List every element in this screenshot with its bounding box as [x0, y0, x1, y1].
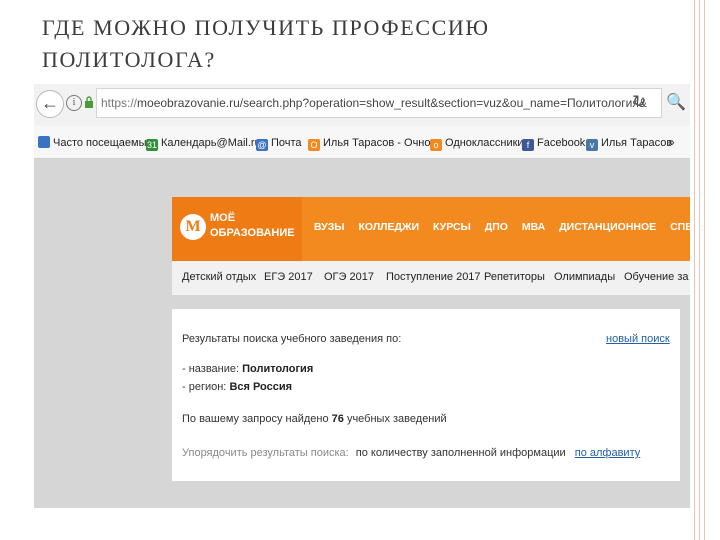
nav-item-special[interactable]: СПЕЦИАЛЬНО: [670, 221, 690, 233]
logo-line1: МОЁ: [210, 212, 236, 224]
search-icon[interactable]: 🔍: [666, 92, 686, 112]
mail-icon: @: [256, 139, 268, 151]
browser-screenshot: ← i https://moeobrazovanie.ru/search.php…: [34, 84, 690, 508]
bookmark-item[interactable]: v Илья Тарасов: [586, 135, 672, 151]
bookmark-label: Одноклассники: [445, 137, 524, 149]
search-results-panel: Результаты поиска учебного заведения по:…: [172, 309, 680, 481]
sort-alpha-link[interactable]: по алфавиту: [575, 447, 640, 459]
nav-item-courses[interactable]: КУРСЫ: [433, 221, 471, 233]
results-heading: Результаты поиска учебного заведения по:: [182, 333, 402, 345]
found-prefix: По вашему запросу найдено: [182, 413, 329, 425]
arrow-left-icon[interactable]: ←: [36, 90, 64, 118]
bookmarks-bar: Часто посещаемые 31 Календарь@Mail.ru @ По…: [34, 126, 690, 159]
info-icon[interactable]: i: [66, 95, 82, 111]
subnav-item[interactable]: Олимпиады: [554, 271, 615, 283]
sort-line: Упорядочить результаты поиска: по количе…: [182, 447, 640, 459]
new-search-link[interactable]: новый поиск: [606, 333, 670, 345]
nav-item-mba[interactable]: МВА: [522, 221, 545, 233]
bookmark-item[interactable]: o Одноклассники: [430, 135, 524, 151]
criteria-name-label: - название:: [182, 363, 240, 375]
bookmark-label: Илья Тарасов - Очно...: [323, 137, 440, 149]
subnav-item[interactable]: ЕГЭ 2017: [264, 271, 313, 283]
criteria-name: - название: Политология: [182, 363, 313, 375]
subnav-item[interactable]: Репетиторы: [484, 271, 545, 283]
page-icon: [38, 136, 50, 148]
slide-border-decoration: [690, 0, 720, 540]
criteria-region-value: Вся Россия: [229, 381, 293, 393]
bookmark-item[interactable]: O Илья Тарасов - Очно...: [308, 135, 440, 151]
subnav-item[interactable]: Обучение за р: [624, 271, 690, 283]
bookmark-item[interactable]: @ Почта: [256, 135, 302, 151]
lock-icon: [85, 96, 93, 108]
address-bar: ← i https://moeobrazovanie.ru/search.php…: [34, 84, 690, 127]
found-count: 76: [331, 413, 344, 425]
vk-icon: v: [586, 139, 598, 151]
bookmarks-more-button[interactable]: »: [668, 135, 675, 149]
url-input[interactable]: https://moeobrazovanie.ru/search.php?ope…: [96, 88, 662, 118]
bookmark-item[interactable]: 31 Календарь@Mail.ru: [146, 135, 261, 151]
logo-text: МОЁ ОБРАЗОВАНИЕ: [210, 211, 295, 241]
web-page: M МОЁ ОБРАЗОВАНИЕ ВУЗЫ КОЛЛЕДЖИ КУРСЫ ДП…: [34, 159, 690, 508]
logo-line2: ОБРАЗОВАНИЕ: [210, 227, 295, 239]
subnav-item[interactable]: ОГЭ 2017: [324, 271, 374, 283]
subnav-item[interactable]: Детский отдых: [182, 271, 256, 283]
bookmark-label: Почта: [271, 137, 302, 149]
nav-item-vuzy[interactable]: ВУЗЫ: [314, 221, 345, 233]
subnav-item[interactable]: Поступление 2017: [386, 271, 481, 283]
odnoklassniki-icon: o: [430, 139, 442, 151]
slide-title: ГДЕ МОЖНО ПОЛУЧИТЬ ПРОФЕССИЮ ПОЛИТОЛОГА?: [42, 15, 490, 72]
reload-icon[interactable]: ↻: [632, 92, 646, 112]
bookmark-label: Илья Тарасов: [601, 137, 673, 149]
nav-item-colleges[interactable]: КОЛЛЕДЖИ: [359, 221, 420, 233]
bookmark-label: Facebook: [537, 137, 586, 149]
nav-item-distance[interactable]: ДИСТАНЦИОННОЕ: [559, 221, 656, 233]
found-count-line: По вашему запросу найдено 76 учебных зав…: [182, 413, 447, 425]
bookmark-item[interactable]: f Facebook: [522, 135, 585, 151]
sub-nav: Детский отдых ЕГЭ 2017 ОГЭ 2017 Поступле…: [172, 261, 690, 295]
sort-label: Упорядочить результаты поиска:: [182, 447, 349, 459]
criteria-name-value: Политология: [242, 363, 314, 375]
site-header: M МОЁ ОБРАЗОВАНИЕ ВУЗЫ КОЛЛЕДЖИ КУРСЫ ДП…: [172, 197, 690, 261]
url-prefix: https://: [101, 96, 138, 110]
criteria-region-label: - регион:: [182, 381, 227, 393]
odnoklassniki-icon: O: [308, 139, 320, 151]
found-suffix: учебных заведений: [346, 413, 447, 425]
nav-item-dpo[interactable]: ДПО: [485, 221, 508, 233]
site-logo[interactable]: M МОЁ ОБРАЗОВАНИЕ: [172, 197, 302, 261]
facebook-icon: f: [522, 139, 534, 151]
bookmark-label: Календарь@Mail.ru: [161, 137, 261, 149]
main-nav: ВУЗЫ КОЛЛЕДЖИ КУРСЫ ДПО МВА ДИСТАНЦИОННО…: [314, 221, 690, 233]
url-text: moeobrazovanie.ru/search.php?operation=s…: [137, 96, 647, 110]
bookmark-label: Часто посещаемые: [53, 137, 153, 149]
sort-current: по количеству заполненной информации: [355, 447, 566, 459]
bookmark-item[interactable]: Часто посещаемые: [38, 135, 153, 151]
criteria-region: - регион: Вся Россия: [182, 381, 292, 393]
logo-icon: M: [180, 214, 206, 240]
calendar-icon: 31: [146, 139, 158, 151]
